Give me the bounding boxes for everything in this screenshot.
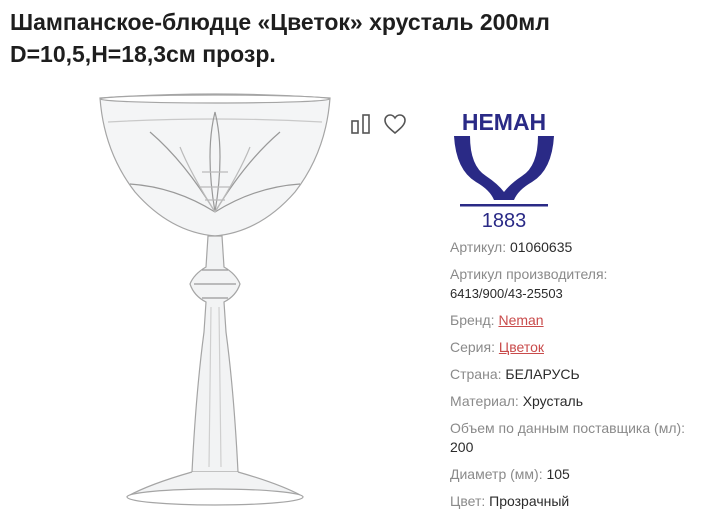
spec-value: Прозрачный: [489, 493, 570, 509]
spec-diameter: Диаметр (мм): 105: [450, 465, 725, 484]
series-link[interactable]: Цветок: [499, 339, 544, 355]
spec-value: Хрусталь: [522, 393, 584, 409]
spec-label: Объем по данным поставщика (мл):: [450, 420, 686, 436]
spec-material: Материал: Хрусталь: [450, 392, 725, 411]
product-image: [99, 93, 331, 506]
title-line-2: D=10,5,H=18,3см прозр.: [10, 41, 276, 67]
brand-logo: НЕМАН 1883: [454, 109, 554, 230]
spec-brand: Бренд: Neman: [450, 311, 725, 330]
page-title: Шампанское-блюдце «Цветок» хрусталь 200м…: [10, 6, 710, 70]
spec-label: Артикул производителя:: [450, 266, 608, 282]
logo-year: 1883: [482, 210, 527, 230]
spec-value: 6413/900/43-25503: [450, 286, 563, 301]
spec-label: Бренд:: [450, 312, 495, 328]
spec-label: Диаметр (мм):: [450, 466, 543, 482]
brand-link[interactable]: Neman: [498, 312, 543, 328]
spec-value: 200: [450, 439, 474, 455]
spec-value: 105: [546, 466, 570, 482]
spec-label: Страна:: [450, 366, 502, 382]
spec-series: Серия: Цветок: [450, 338, 725, 357]
product-specs: Артикул: 01060635 Артикул производителя:…: [450, 238, 725, 519]
product-actions: [349, 112, 407, 136]
spec-label: Серия:: [450, 339, 495, 355]
logo-text: НЕМАН: [462, 109, 546, 135]
title-line-1: Шампанское-блюдце «Цветок» хрусталь 200м…: [10, 9, 550, 35]
spec-article: Артикул: 01060635: [450, 238, 725, 257]
spec-color: Цвет: Прозрачный: [450, 492, 725, 511]
spec-label: Цвет:: [450, 493, 486, 509]
heart-icon[interactable]: [383, 112, 407, 136]
spec-volume: Объем по данным поставщика (мл): 200: [450, 419, 725, 457]
spec-maker-article: Артикул производителя: 6413/900/43-25503: [450, 265, 725, 303]
spec-country: Страна: БЕЛАРУСЬ: [450, 365, 725, 384]
spec-label: Артикул:: [450, 239, 507, 255]
spec-label: Материал:: [450, 393, 519, 409]
spec-value: 01060635: [509, 239, 573, 255]
spec-value: БЕЛАРУСЬ: [505, 366, 580, 382]
compare-icon[interactable]: [349, 112, 373, 136]
